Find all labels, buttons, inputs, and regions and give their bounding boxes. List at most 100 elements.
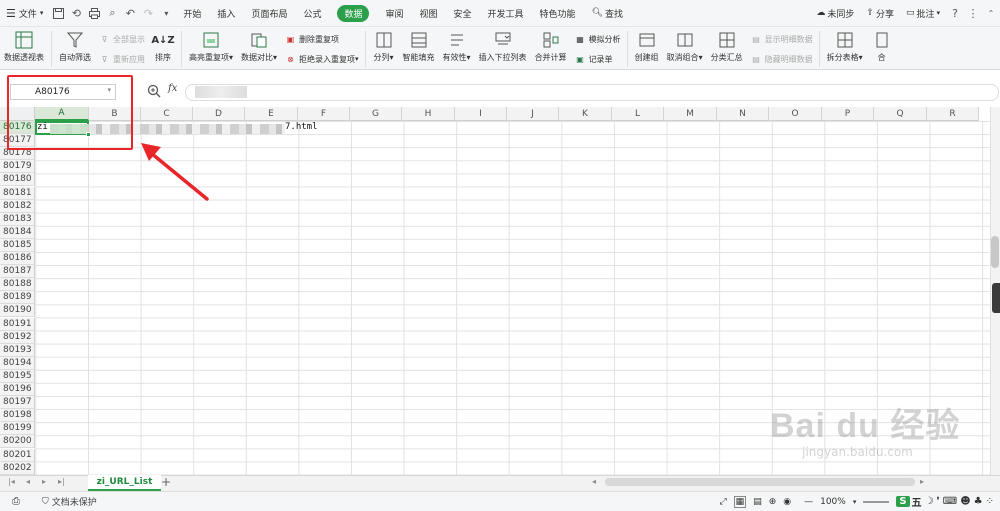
row-header-80197[interactable]: 80197 bbox=[0, 396, 35, 410]
insert-dropdown-button[interactable]: 插入下拉列表 bbox=[475, 29, 531, 69]
print-icon[interactable] bbox=[85, 0, 103, 27]
tab-home[interactable]: 开始 bbox=[175, 0, 209, 27]
merge-calc-button[interactable]: 合并计算 bbox=[531, 29, 571, 69]
ungroup-button[interactable]: 取消组合▾ bbox=[663, 29, 707, 69]
reapply-button[interactable]: ⊽ 重新应用 bbox=[98, 51, 145, 67]
zoom-slider-track[interactable] bbox=[863, 500, 890, 503]
subtotal-button[interactable]: 分类汇总 bbox=[707, 29, 747, 69]
row-header-80190[interactable]: 80190 bbox=[0, 304, 35, 318]
fullscreen-icon[interactable]: ⤢ bbox=[719, 497, 726, 507]
row-header-80201[interactable]: 80201 bbox=[0, 448, 35, 462]
column-header-q[interactable]: Q bbox=[874, 107, 927, 121]
create-group-button[interactable]: 创建组 bbox=[631, 29, 663, 69]
macro-icon[interactable]: ⎙ bbox=[12, 496, 20, 507]
row-header-80182[interactable]: 80182 bbox=[0, 199, 35, 213]
column-header-k[interactable]: K bbox=[559, 107, 612, 121]
tab-data[interactable]: 数据 bbox=[329, 0, 377, 27]
row-header-80196[interactable]: 80196 bbox=[0, 383, 35, 396]
zoom-out-icon[interactable]: — bbox=[804, 497, 813, 507]
column-header-n[interactable]: N bbox=[717, 107, 769, 121]
row-header-80184[interactable]: 80184 bbox=[0, 225, 35, 239]
reading-view-icon[interactable]: ◉ bbox=[783, 497, 791, 507]
horizontal-scrollbar[interactable] bbox=[605, 478, 915, 486]
save-icon[interactable] bbox=[49, 0, 67, 27]
pivot-table-button[interactable]: 数据透视表 bbox=[0, 29, 48, 69]
page-break-view-icon[interactable]: ⊕ bbox=[769, 497, 777, 507]
row-header-80191[interactable]: 80191 bbox=[0, 317, 35, 331]
comment-button[interactable]: ▭ 批注 ▾ bbox=[900, 0, 946, 27]
row-header-80193[interactable]: 80193 bbox=[0, 343, 35, 357]
undo-icon[interactable]: ↶ bbox=[121, 0, 139, 27]
row-header-80186[interactable]: 80186 bbox=[0, 252, 35, 265]
tab-view[interactable]: 视图 bbox=[412, 0, 446, 27]
row-header-80199[interactable]: 80199 bbox=[0, 422, 35, 436]
customize-icon[interactable]: ▾ bbox=[157, 0, 175, 27]
vertical-scroll-thumb[interactable] bbox=[991, 236, 999, 268]
row-header-80180[interactable]: 80180 bbox=[0, 173, 35, 187]
row-header-80198[interactable]: 80198 bbox=[0, 409, 35, 423]
split-column-button[interactable]: 分列▾ bbox=[369, 29, 399, 69]
data-compare-button[interactable]: 数据对比▾ bbox=[237, 29, 281, 69]
column-header-c[interactable]: C bbox=[141, 107, 193, 121]
show-detail-button[interactable]: ▤ 显示明细数据 bbox=[750, 31, 812, 47]
row-header-80185[interactable]: 80185 bbox=[0, 238, 35, 252]
ime-toolbar[interactable]: S 五 ☽ ❜ ⌨ ☻ ♣ ⁘ bbox=[896, 494, 994, 509]
reject-duplicates-button[interactable]: ⊗ 拒绝录入重复项 ▾ bbox=[284, 51, 358, 67]
row-header-80183[interactable]: 80183 bbox=[0, 212, 35, 226]
row-header-80195[interactable]: 80195 bbox=[0, 369, 35, 383]
column-header-i[interactable]: I bbox=[455, 107, 507, 121]
highlight-duplicates-button[interactable]: 高亮重复项▾ bbox=[185, 29, 237, 69]
smart-fill-button[interactable]: 智能填充 bbox=[399, 29, 439, 69]
column-header-r[interactable]: R bbox=[927, 107, 979, 121]
split-table-button[interactable]: 拆分表格▾ bbox=[823, 29, 867, 69]
sort-button[interactable]: A↓Z 排序 bbox=[148, 29, 178, 69]
row-header-80179[interactable]: 80179 bbox=[0, 160, 35, 174]
column-header-h[interactable]: H bbox=[402, 107, 455, 121]
sheet-tab-zi-url-list[interactable]: zi_URL_List bbox=[88, 475, 161, 491]
row-header-80181[interactable]: 80181 bbox=[0, 186, 35, 200]
fx-icon[interactable]: fx bbox=[168, 83, 177, 94]
merge-table-button[interactable]: 合 bbox=[867, 29, 897, 69]
column-header-m[interactable]: M bbox=[664, 107, 717, 121]
tab-formula[interactable]: 公式 bbox=[295, 0, 329, 27]
column-header-f[interactable]: F bbox=[298, 107, 350, 121]
formula-input[interactable] bbox=[185, 84, 999, 101]
autofilter-button[interactable]: 自动筛选 bbox=[55, 29, 95, 69]
help-icon[interactable]: ? bbox=[946, 0, 964, 27]
search-tab[interactable]: 🔍︎ 查找 bbox=[584, 0, 631, 27]
validity-button[interactable]: 有效性▾ bbox=[439, 29, 475, 69]
row-header-80187[interactable]: 80187 bbox=[0, 265, 35, 279]
file-menu[interactable]: ☰ 文件 ▾ bbox=[0, 0, 49, 27]
share-button[interactable]: ⇧ 分享 bbox=[860, 0, 900, 27]
row-header-80200[interactable]: 80200 bbox=[0, 435, 35, 449]
last-sheet-icon[interactable]: ▸| bbox=[58, 477, 65, 486]
more-icon[interactable]: ⋮ bbox=[964, 0, 982, 27]
row-header-80189[interactable]: 80189 bbox=[0, 291, 35, 305]
prev-sheet-icon[interactable]: ◂ bbox=[26, 477, 30, 486]
column-header-o[interactable]: O bbox=[769, 107, 822, 121]
scroll-left-icon[interactable]: ◂ bbox=[592, 477, 596, 486]
column-header-p[interactable]: P bbox=[822, 107, 874, 121]
zoom-level[interactable]: 100% bbox=[820, 497, 846, 507]
record-form-button[interactable]: ▣ 记录单 bbox=[574, 51, 621, 67]
redo-icon[interactable]: ↷ bbox=[139, 0, 157, 27]
delete-duplicates-button[interactable]: ▣ 删除重复项 bbox=[284, 31, 359, 47]
row-header-80192[interactable]: 80192 bbox=[0, 330, 35, 344]
column-header-l[interactable]: L bbox=[612, 107, 664, 121]
add-sheet-button[interactable]: + bbox=[161, 475, 171, 489]
doc-protection-status[interactable]: ⛉ 文档未保护 bbox=[42, 495, 97, 509]
sync-button[interactable]: ☁ 未同步 bbox=[810, 0, 860, 27]
format-painter-icon[interactable]: ⟲ bbox=[67, 0, 85, 27]
next-sheet-icon[interactable]: ▸ bbox=[42, 477, 46, 486]
zoom-formula-icon[interactable] bbox=[147, 84, 161, 98]
tab-developer[interactable]: 开发工具 bbox=[480, 0, 532, 27]
tab-features[interactable]: 特色功能 bbox=[532, 0, 584, 27]
tab-security[interactable]: 安全 bbox=[446, 0, 480, 27]
column-header-j[interactable]: J bbox=[507, 107, 559, 121]
column-header-d[interactable]: D bbox=[193, 107, 245, 121]
page-layout-view-icon[interactable]: ▤ bbox=[753, 497, 762, 507]
normal-view-icon[interactable]: ▦ bbox=[733, 495, 747, 508]
tab-insert[interactable]: 插入 bbox=[209, 0, 243, 27]
hide-detail-button[interactable]: ▤ 隐藏明细数据 bbox=[750, 51, 812, 67]
row-header-80202[interactable]: 80202 bbox=[0, 461, 35, 475]
